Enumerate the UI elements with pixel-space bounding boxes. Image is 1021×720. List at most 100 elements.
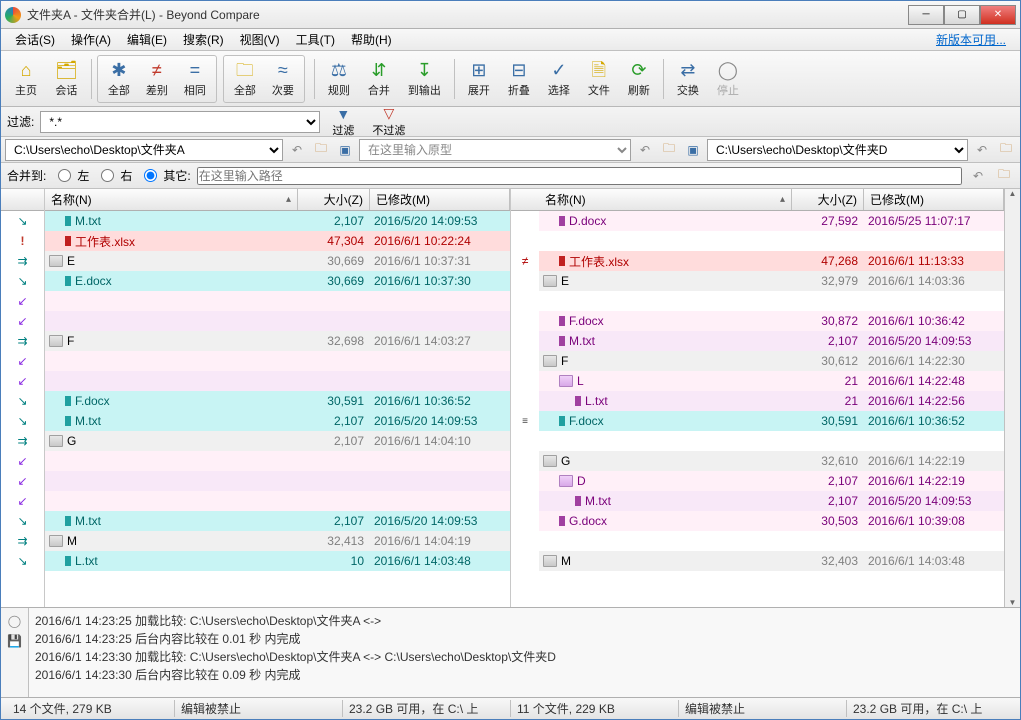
- filter-diff-button[interactable]: ≠差别: [138, 58, 176, 100]
- table-row[interactable]: M.txt2,1072016/5/20 14:09:53: [45, 211, 510, 231]
- maximize-button[interactable]: ▢: [944, 5, 980, 25]
- menu-search[interactable]: 搜索(R): [175, 29, 232, 50]
- left-browse-icon[interactable]: 🗀: [311, 140, 331, 160]
- merge-other-path-input[interactable]: [197, 167, 962, 185]
- table-row[interactable]: L.txt102016/6/1 14:03:48: [45, 551, 510, 571]
- menu-help[interactable]: 帮助(H): [343, 29, 400, 50]
- files-button[interactable]: 🗎文件: [580, 58, 618, 100]
- table-row[interactable]: D.docx27,5922016/5/25 11:07:17: [539, 211, 1004, 231]
- table-row[interactable]: F.docx30,8722016/6/1 10:36:42: [539, 311, 1004, 331]
- merge-left-radio[interactable]: [58, 169, 71, 182]
- col-size-header[interactable]: 大小(Z): [298, 189, 370, 210]
- table-row[interactable]: [45, 491, 510, 511]
- session-button[interactable]: 🗂会话: [47, 58, 86, 100]
- col-name-header[interactable]: 名称(N)▴: [539, 189, 792, 210]
- merge-other-radio[interactable]: [144, 169, 157, 182]
- center-back-icon[interactable]: ↶: [635, 140, 655, 160]
- table-row[interactable]: [539, 571, 1004, 591]
- menu-actions[interactable]: 操作(A): [63, 29, 119, 50]
- table-row[interactable]: L.txt212016/6/1 14:22:56: [539, 391, 1004, 411]
- table-row[interactable]: G.docx30,5032016/6/1 10:39:08: [539, 511, 1004, 531]
- swap-button[interactable]: ⇄交换: [669, 58, 707, 100]
- table-row[interactable]: G32,6102016/6/1 14:22:19: [539, 451, 1004, 471]
- vertical-scrollbar[interactable]: [1004, 189, 1020, 607]
- save-log-icon[interactable]: 💾: [7, 634, 22, 648]
- filter-input[interactable]: *.*: [40, 111, 320, 133]
- filter-all-button[interactable]: ✱全部: [100, 58, 138, 100]
- merge-browse-icon[interactable]: 🗀: [994, 166, 1014, 186]
- minimize-button[interactable]: ─: [908, 5, 944, 25]
- select-button[interactable]: ✓选择: [540, 58, 578, 100]
- menu-edit[interactable]: 编辑(E): [119, 29, 175, 50]
- right-browse-icon[interactable]: 🗀: [996, 140, 1016, 160]
- merge-right-radio[interactable]: [101, 169, 114, 182]
- col-date-header[interactable]: 已修改(M): [864, 189, 1004, 210]
- table-row[interactable]: E30,6692016/6/1 10:37:31: [45, 251, 510, 271]
- new-version-link[interactable]: 新版本可用...: [928, 29, 1014, 50]
- table-row[interactable]: M32,4032016/6/1 14:03:48: [539, 551, 1004, 571]
- table-row[interactable]: 工作表.xlsx47,2682016/6/1 11:13:33: [539, 251, 1004, 271]
- table-row[interactable]: [539, 431, 1004, 451]
- table-row[interactable]: [45, 371, 510, 391]
- apply-filter-button[interactable]: ▼过滤: [326, 106, 360, 138]
- table-row[interactable]: [45, 311, 510, 331]
- filter-same-button[interactable]: =相同: [176, 58, 214, 100]
- menu-view[interactable]: 视图(V): [232, 29, 288, 50]
- table-row[interactable]: M.txt2,1072016/5/20 14:09:53: [45, 411, 510, 431]
- col-date-header[interactable]: 已修改(M): [370, 189, 510, 210]
- right-path-input[interactable]: C:\Users\echo\Desktop\文件夹D: [707, 139, 968, 161]
- table-row[interactable]: M.txt2,1072016/5/20 14:09:53: [539, 491, 1004, 511]
- table-row[interactable]: M.txt2,1072016/5/20 14:09:53: [45, 511, 510, 531]
- table-row[interactable]: E.docx30,6692016/6/1 10:37:30: [45, 271, 510, 291]
- structure-minor-button[interactable]: ≈次要: [264, 58, 302, 100]
- col-size-header[interactable]: 大小(Z): [792, 189, 864, 210]
- left-path-input[interactable]: C:\Users\echo\Desktop\文件夹A: [5, 139, 283, 161]
- table-row[interactable]: G2,1072016/6/1 14:04:10: [45, 431, 510, 451]
- to-output-button[interactable]: ↧到输出: [400, 58, 449, 100]
- collapse-button[interactable]: ⊟折叠: [500, 58, 538, 100]
- table-row[interactable]: [539, 291, 1004, 311]
- table-row[interactable]: 工作表.xlsx47,3042016/6/1 10:22:24: [45, 231, 510, 251]
- col-name-header[interactable]: 名称(N)▴: [45, 189, 298, 210]
- close-button[interactable]: ✕: [980, 5, 1016, 25]
- table-row[interactable]: E32,9792016/6/1 14:03:36: [539, 271, 1004, 291]
- right-back-icon[interactable]: ↶: [972, 140, 992, 160]
- merge-button[interactable]: ⇵合并: [360, 58, 398, 100]
- table-row[interactable]: [45, 451, 510, 471]
- table-row[interactable]: F.docx30,5912016/6/1 10:36:52: [45, 391, 510, 411]
- menu-tools[interactable]: 工具(T): [288, 29, 343, 50]
- table-row[interactable]: F32,6982016/6/1 14:03:27: [45, 331, 510, 351]
- table-row[interactable]: M32,4132016/6/1 14:04:19: [45, 531, 510, 551]
- left-back-icon[interactable]: ↶: [287, 140, 307, 160]
- left-home-icon[interactable]: ▣: [335, 140, 355, 160]
- clear-filter-button[interactable]: ▽不过滤: [366, 105, 411, 138]
- home-button[interactable]: ⌂主页: [7, 58, 45, 100]
- rules-button[interactable]: ⚖规则: [320, 58, 358, 100]
- expand-button[interactable]: ⊞展开: [460, 58, 498, 100]
- stop-button[interactable]: ◯停止: [709, 58, 747, 100]
- base-path-input[interactable]: 在这里输入原型: [359, 139, 631, 161]
- table-row[interactable]: [539, 231, 1004, 251]
- table-row[interactable]: [45, 291, 510, 311]
- center-home-icon[interactable]: ▣: [683, 140, 703, 160]
- table-row[interactable]: [45, 351, 510, 371]
- left-pane: 名称(N)▴ 大小(Z) 已修改(M) M.txt2,1072016/5/20 …: [45, 189, 511, 607]
- table-row[interactable]: [45, 471, 510, 491]
- center-browse-icon[interactable]: 🗀: [659, 140, 679, 160]
- right-rows[interactable]: D.docx27,5922016/5/25 11:07:17 工作表.xlsx47…: [539, 211, 1004, 607]
- gutter-cell: [511, 571, 539, 591]
- refresh-button[interactable]: ⟳刷新: [620, 58, 658, 100]
- menu-session[interactable]: 会话(S): [7, 29, 63, 50]
- merge-back-icon[interactable]: ↶: [968, 166, 988, 186]
- table-row[interactable]: F.docx30,5912016/6/1 10:36:52: [539, 411, 1004, 431]
- stop-log-icon[interactable]: ◯: [8, 614, 21, 628]
- table-row[interactable]: L212016/6/1 14:22:48: [539, 371, 1004, 391]
- table-row[interactable]: F30,6122016/6/1 14:22:30: [539, 351, 1004, 371]
- table-row[interactable]: [539, 531, 1004, 551]
- structure-all-button[interactable]: 🗀全部: [226, 58, 264, 100]
- compare-area: ↘!⇉↘↙↙⇉↙↙↘↘⇉↙↙↙↘⇉↘ 名称(N)▴ 大小(Z) 已修改(M) M…: [1, 189, 1020, 607]
- left-rows[interactable]: M.txt2,1072016/5/20 14:09:53工作表.xlsx47,3…: [45, 211, 510, 607]
- table-row[interactable]: M.txt2,1072016/5/20 14:09:53: [539, 331, 1004, 351]
- file-icon: [65, 236, 71, 246]
- table-row[interactable]: D2,1072016/6/1 14:22:19: [539, 471, 1004, 491]
